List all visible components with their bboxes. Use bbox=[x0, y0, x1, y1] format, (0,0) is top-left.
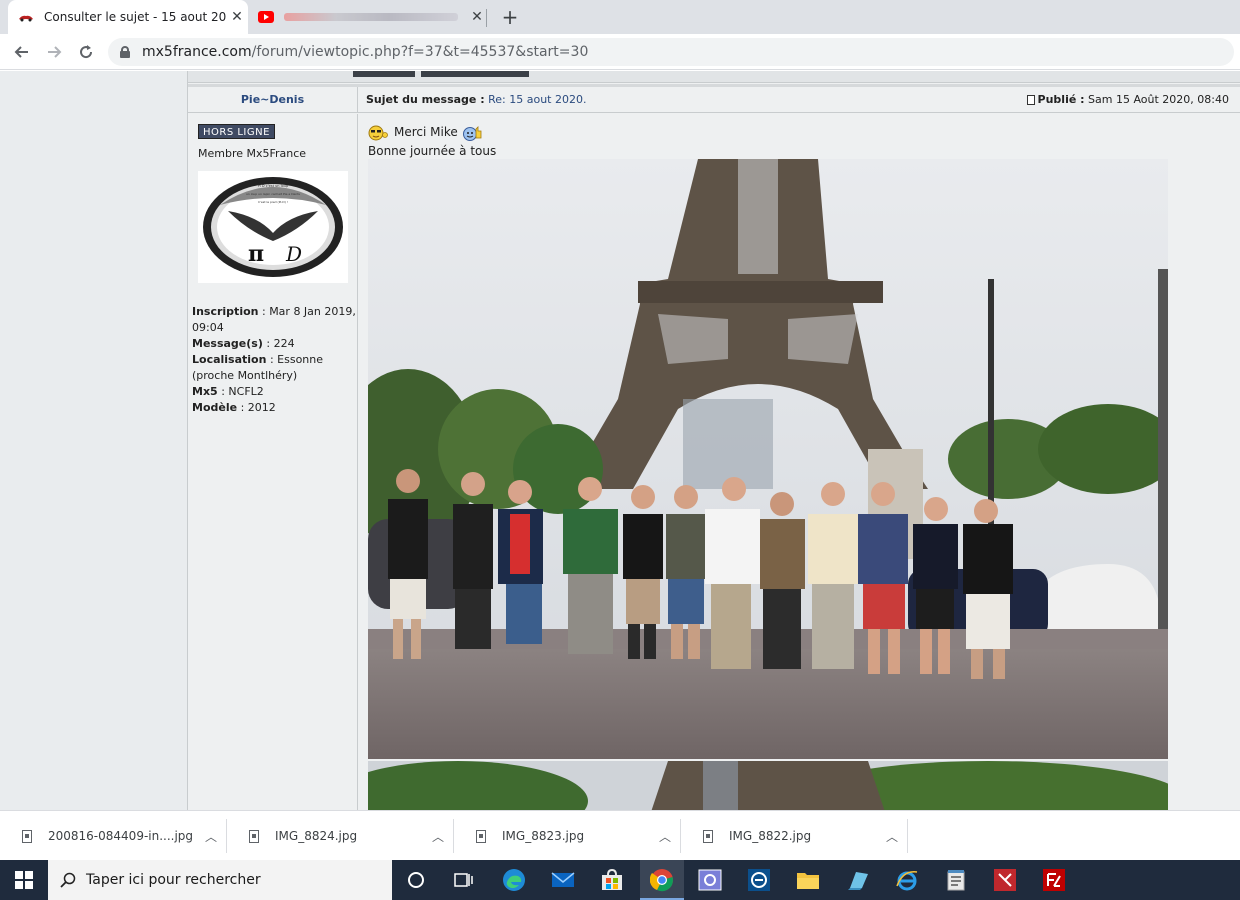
avatar-caption-3: C'est le pied (Pi-D) ! bbox=[258, 200, 288, 204]
chrome-icon[interactable] bbox=[649, 868, 675, 892]
downloads-bar: 200816-084409-in....jpg ︿ IMG_8824.jpg ︿… bbox=[0, 810, 1240, 860]
author-profile-column: HORS LIGNE Membre Mx5France Pi D c'est u… bbox=[188, 114, 358, 810]
filezilla-icon[interactable] bbox=[1041, 868, 1067, 892]
post-photo-eiffel-group[interactable] bbox=[368, 159, 1168, 759]
post-author[interactable]: Pie~Denis bbox=[188, 87, 358, 113]
tab-youtube[interactable]: ✕ bbox=[248, 0, 488, 34]
post-body: Merci Mike Bonne journée à tous bbox=[368, 123, 496, 161]
windows-taskbar: Taper ici pour rechercher bbox=[0, 860, 1240, 900]
user-detail-messages: Message(s) : 224 bbox=[192, 337, 295, 350]
download-item[interactable]: IMG_8823.jpg ︿ bbox=[454, 819, 681, 853]
chevron-up-icon[interactable]: ︿ bbox=[877, 828, 907, 845]
youtube-icon bbox=[258, 11, 274, 23]
file-icon bbox=[476, 829, 486, 843]
post-header: Pie~Denis Sujet du message : Re: 15 aout… bbox=[188, 87, 1240, 113]
file-icon bbox=[703, 829, 713, 843]
subject-value[interactable]: Re: 15 aout 2020. bbox=[488, 93, 586, 106]
address-bar[interactable]: mx5france.com/forum/viewtopic.php?f=37&t… bbox=[108, 38, 1234, 66]
user-rank: Membre Mx5France bbox=[198, 147, 307, 160]
user-details: Inscription : Mar 8 Jan 2019, 09:04 Mess… bbox=[192, 304, 356, 416]
app-icon[interactable] bbox=[845, 868, 871, 892]
previous-post-footer bbox=[188, 71, 1240, 83]
user-detail-modele: Modèle : 2012 bbox=[192, 401, 276, 414]
file-icon bbox=[249, 829, 259, 843]
start-button[interactable] bbox=[0, 860, 48, 900]
tab-title-blurred bbox=[284, 13, 458, 21]
user-detail-inscription: Inscription : Mar 8 Jan 2019, 09:04 bbox=[192, 305, 356, 334]
page-viewport: Pie~Denis Sujet du message : Re: 15 aout… bbox=[0, 71, 1240, 810]
profile-button[interactable] bbox=[353, 71, 415, 77]
file-explorer-icon[interactable] bbox=[795, 868, 821, 892]
post-body-line-1: Merci Mike bbox=[368, 123, 496, 142]
avatar-caption-1: Pi D c'est un loup bbox=[258, 184, 289, 188]
subject-label: Sujet du message : bbox=[366, 93, 485, 106]
tab-title: Consulter le sujet - 15 aout 2020 bbox=[44, 10, 226, 24]
cool-smiley-icon bbox=[368, 125, 388, 140]
cortana-icon[interactable] bbox=[403, 868, 429, 892]
search-placeholder: Taper ici pour rechercher bbox=[86, 872, 261, 888]
chevron-up-icon[interactable]: ︿ bbox=[196, 828, 226, 845]
lock-icon bbox=[120, 46, 130, 58]
browser-toolbar: mx5france.com/forum/viewtopic.php?f=37&t… bbox=[0, 34, 1240, 70]
store-icon[interactable] bbox=[599, 868, 625, 892]
avatar-caption-2: un loup un lapin cachait Pie a Dents bbox=[246, 192, 300, 196]
avatar-letter-d: D bbox=[285, 242, 302, 266]
download-filename: 200816-084409-in....jpg bbox=[48, 829, 194, 843]
back-arrow-icon bbox=[14, 46, 28, 58]
tab-forum[interactable]: Consulter le sujet - 15 aout 2020 ✕ bbox=[8, 0, 248, 34]
download-filename: IMG_8822.jpg bbox=[729, 829, 812, 843]
tab-close-icon[interactable]: ✕ bbox=[226, 9, 248, 25]
post-photo-second[interactable] bbox=[368, 761, 1168, 810]
notepad-icon[interactable] bbox=[943, 868, 969, 892]
url-path: /forum/viewtopic.php?f=37&t=45537&start=… bbox=[251, 44, 589, 60]
mail-icon[interactable] bbox=[550, 868, 576, 892]
download-item[interactable]: 200816-084409-in....jpg ︿ bbox=[0, 819, 227, 853]
tab-strip: Consulter le sujet - 15 aout 2020 ✕ ✕ + bbox=[0, 0, 1240, 34]
tab-close-icon[interactable]: ✕ bbox=[466, 9, 488, 25]
user-detail-localisation: Localisation : Essonne (proche Montlhéry… bbox=[192, 353, 324, 382]
task-view-icon[interactable] bbox=[450, 868, 476, 892]
taskbar-search-input[interactable]: Taper ici pour rechercher bbox=[48, 860, 392, 900]
status-badge: HORS LIGNE bbox=[198, 124, 275, 139]
forward-arrow-icon bbox=[48, 46, 62, 58]
reload-button[interactable] bbox=[74, 40, 98, 64]
teamviewer-icon[interactable] bbox=[746, 868, 772, 892]
new-tab-button[interactable]: + bbox=[497, 4, 523, 30]
user-detail-mx5: Mx5 : NCFL2 bbox=[192, 385, 264, 398]
post-date: Publié : Sam 15 Août 2020, 08:40 bbox=[1026, 87, 1229, 113]
tab-separator bbox=[486, 9, 487, 27]
internet-explorer-icon[interactable] bbox=[894, 868, 920, 892]
published-label: Publié : bbox=[1037, 93, 1085, 106]
private-message-button[interactable] bbox=[421, 71, 529, 77]
forward-button[interactable] bbox=[42, 40, 66, 64]
url-host: mx5france.com bbox=[142, 44, 252, 60]
search-icon bbox=[60, 872, 76, 888]
download-filename: IMG_8824.jpg bbox=[275, 829, 358, 843]
reload-icon bbox=[80, 45, 93, 59]
thumbs-up-smiley-icon bbox=[462, 125, 482, 141]
avatar: Pi D c'est un loup un loup un lapin cach… bbox=[198, 171, 348, 283]
chevron-up-icon[interactable]: ︿ bbox=[650, 828, 680, 845]
download-item[interactable]: IMG_8822.jpg ︿ bbox=[681, 819, 908, 853]
download-filename: IMG_8823.jpg bbox=[502, 829, 585, 843]
published-value: Sam 15 Août 2020, 08:40 bbox=[1088, 93, 1229, 106]
app-red-icon[interactable] bbox=[992, 868, 1018, 892]
post-body-text-1: Merci Mike bbox=[394, 125, 458, 139]
file-icon bbox=[22, 829, 32, 843]
edge-icon[interactable] bbox=[501, 868, 527, 892]
download-item[interactable]: IMG_8824.jpg ︿ bbox=[227, 819, 454, 853]
mx5-favicon-icon bbox=[19, 15, 33, 22]
chevron-up-icon[interactable]: ︿ bbox=[423, 828, 453, 845]
back-button[interactable] bbox=[10, 40, 34, 64]
forum-post-table: Pie~Denis Sujet du message : Re: 15 aout… bbox=[187, 71, 1240, 810]
remote-app-icon[interactable] bbox=[697, 868, 723, 892]
post-subject: Sujet du message : Re: 15 aout 2020. bbox=[366, 87, 586, 113]
windows-logo-icon bbox=[15, 871, 33, 889]
avatar-letter-pi: π bbox=[248, 241, 264, 267]
post-link-icon[interactable] bbox=[1026, 95, 1035, 105]
